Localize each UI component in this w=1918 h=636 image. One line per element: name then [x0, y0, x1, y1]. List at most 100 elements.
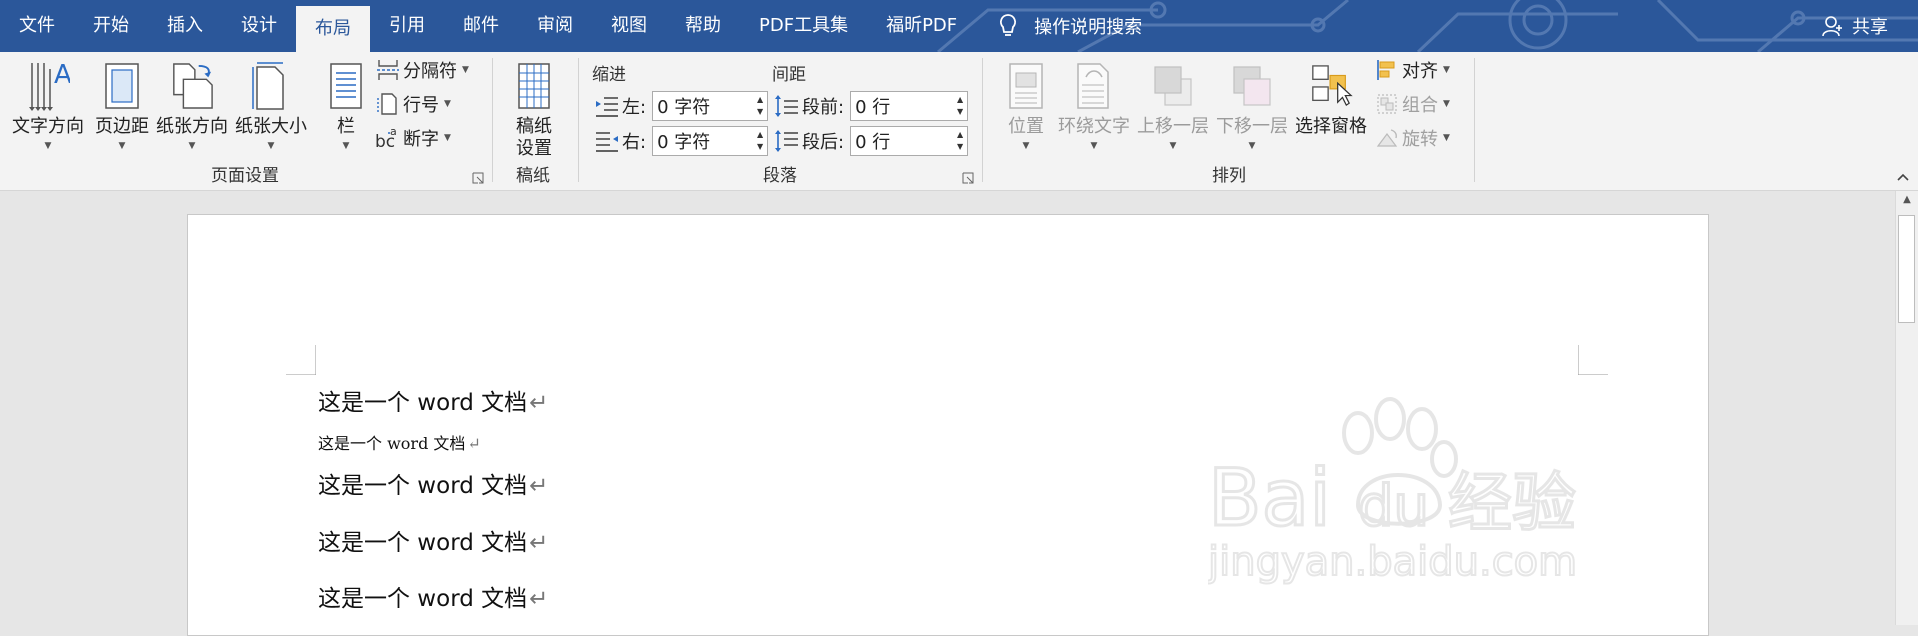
- tab-review[interactable]: 审阅: [518, 0, 592, 52]
- breaks-button[interactable]: 分隔符 ▼: [375, 55, 469, 85]
- indent-left-input[interactable]: [653, 94, 750, 118]
- line-numbers-button[interactable]: 行号 ▼: [375, 89, 451, 119]
- position-button[interactable]: 位置 ▼: [1004, 58, 1048, 152]
- tell-me-search[interactable]: 操作说明搜索: [998, 13, 1142, 39]
- tab-insert[interactable]: 插入: [148, 0, 222, 52]
- columns-button[interactable]: 栏 ▼: [324, 58, 368, 152]
- send-backward-button[interactable]: 下移一层 ▼: [1216, 58, 1288, 152]
- scroll-up-arrow-icon[interactable]: ▲: [1900, 193, 1914, 207]
- spin-up-icon[interactable]: ▲: [757, 129, 763, 141]
- selection-pane-icon: [1312, 65, 1353, 107]
- spin-down-icon[interactable]: ▼: [757, 106, 763, 118]
- group-label-manuscript: 稿纸: [516, 166, 550, 186]
- tab-layout[interactable]: 布局: [296, 6, 370, 52]
- position-icon: [1009, 63, 1043, 109]
- line-numbers-label: 行号: [403, 95, 439, 116]
- spacing-after-spinner[interactable]: ▲▼: [850, 126, 969, 156]
- spacing-before-input[interactable]: [851, 94, 948, 118]
- dialog-launcher-icon[interactable]: [962, 172, 974, 184]
- rotate-icon: [1376, 129, 1398, 147]
- person-add-icon: [1822, 16, 1842, 37]
- document-paragraph[interactable]: 这是一个 word 文档↵: [318, 383, 548, 417]
- share-button[interactable]: 共享: [1822, 0, 1888, 52]
- spacing-before-spinner[interactable]: ▲▼: [850, 91, 969, 121]
- indent-right-row: 右: ▲▼: [594, 125, 769, 157]
- group-page-setup: A 文字方向 ▼ 页边距 ▼ 纸张方向 ▼ 纸张大小 ▼ 栏 ▼ 分隔符 ▼ 行…: [0, 52, 490, 190]
- spinner-arrows[interactable]: ▲ ▼: [753, 127, 767, 155]
- manuscript-setup-button[interactable]: 稿纸 设置: [512, 58, 556, 160]
- wrap-text-button[interactable]: 环绕文字 ▼: [1058, 58, 1130, 152]
- selection-pane-button[interactable]: 选择窗格: [1295, 58, 1367, 138]
- group-label-paragraph: 段落: [763, 166, 797, 186]
- baidu-jingyan-watermark-logo: Bai du 经验 jingyan.baidu.com: [1208, 397, 1578, 585]
- spacing-after-input[interactable]: [851, 129, 948, 153]
- paper-size-button[interactable]: 纸张大小 ▼: [235, 58, 307, 152]
- indent-left-row: 左: ▲▼: [594, 90, 769, 122]
- indent-right-spinner[interactable]: ▲▼: [652, 126, 769, 156]
- document-paragraph[interactable]: 这是一个 word 文档↵: [318, 523, 548, 557]
- spinner-arrows[interactable]: ▲ ▼: [753, 92, 767, 120]
- tab-design[interactable]: 设计: [222, 0, 296, 52]
- tab-view[interactable]: 视图: [592, 0, 666, 52]
- breaks-label: 分隔符: [403, 61, 457, 82]
- chevron-down-icon: ▼: [267, 141, 275, 151]
- tab-file[interactable]: 文件: [0, 0, 74, 52]
- tab-pdf-tools[interactable]: PDF工具集: [740, 0, 867, 52]
- ribbon-separator: [982, 58, 983, 182]
- paragraph-mark: ↵: [529, 586, 549, 612]
- indent-left-label: 左:: [622, 97, 647, 118]
- lightbulb-icon: [1000, 14, 1017, 36]
- svg-text:a: a: [390, 125, 397, 138]
- hyphenation-icon: bca: [375, 125, 397, 151]
- spin-up-icon[interactable]: ▲: [957, 129, 963, 141]
- chevron-down-icon: ▼: [188, 141, 196, 151]
- spinner-arrows[interactable]: ▲ ▼: [953, 127, 967, 155]
- vertical-scrollbar[interactable]: ▲: [1895, 191, 1918, 625]
- spin-down-icon[interactable]: ▼: [957, 106, 963, 118]
- margins-button[interactable]: 页边距 ▼: [95, 58, 149, 152]
- chevron-down-icon: ▼: [1443, 65, 1450, 75]
- align-button[interactable]: 对齐 ▼: [1374, 55, 1450, 85]
- rotate-button[interactable]: 旋转 ▼: [1374, 123, 1450, 153]
- spacing-title: 间距: [772, 65, 806, 85]
- dialog-launcher-icon[interactable]: [472, 172, 484, 184]
- columns-icon: [330, 63, 362, 109]
- tab-mailings[interactable]: 邮件: [444, 0, 518, 52]
- tab-foxit-pdf[interactable]: 福昕PDF: [867, 0, 976, 52]
- hyphenation-button[interactable]: bc a 断字 ▼: [375, 123, 451, 153]
- document-paragraph[interactable]: 这是一个 word 文档↵: [318, 579, 548, 613]
- title-bar: 文件 开始 插入 设计 布局 引用 邮件 审阅 视图 帮助 PDF工具集 福昕P…: [0, 0, 1918, 52]
- paper-size-icon: [252, 62, 284, 110]
- spacing-before-row: 段前: ▲▼: [774, 90, 969, 122]
- spin-up-icon[interactable]: ▲: [957, 94, 963, 106]
- spinner-arrows[interactable]: ▲ ▼: [953, 92, 967, 120]
- document-paragraph[interactable]: 这是一个 word 文档↵: [318, 430, 481, 454]
- group-objects-button[interactable]: 组合 ▼: [1374, 89, 1450, 119]
- paragraph-text: 这是一个 word 文档: [318, 473, 528, 499]
- spin-down-icon[interactable]: ▼: [757, 141, 763, 153]
- paragraph-text: 这是一个 word 文档: [318, 390, 528, 416]
- group-paragraph: 缩进 间距 左: ▲▼ 右: ▲▼ 段前: ▲▼: [580, 52, 980, 190]
- document-page[interactable]: 这是一个 word 文档↵ 这是一个 word 文档 ↵ 这是一个 word 文档…: [187, 214, 1709, 636]
- spin-down-icon[interactable]: ▼: [957, 141, 963, 153]
- paragraph-text: 这是一个 word 文档: [318, 434, 466, 453]
- scroll-thumb[interactable]: [1898, 215, 1915, 323]
- spin-up-icon[interactable]: ▲: [757, 94, 763, 106]
- orientation-button[interactable]: 纸张方向 ▼: [156, 58, 228, 152]
- text-direction-icon: A: [29, 60, 70, 111]
- indent-right-input[interactable]: [653, 129, 750, 153]
- paragraph-mark: ↵: [467, 434, 481, 453]
- margin-corner-mark: [1578, 345, 1608, 375]
- paragraph-mark: ↵: [529, 473, 549, 499]
- text-direction-button[interactable]: A 文字方向 ▼: [12, 58, 84, 152]
- indent-left-spinner[interactable]: ▲▼: [652, 91, 769, 121]
- collapse-ribbon-icon[interactable]: [1896, 170, 1910, 184]
- bring-forward-label: 上移一层: [1137, 116, 1209, 137]
- document-paragraph[interactable]: 这是一个 word 文档↵: [318, 466, 548, 500]
- bring-forward-button[interactable]: 上移一层 ▼: [1137, 58, 1209, 152]
- tab-help[interactable]: 帮助: [666, 0, 740, 52]
- tab-home[interactable]: 开始: [74, 0, 148, 52]
- chevron-down-icon: ▼: [444, 133, 451, 143]
- tab-references[interactable]: 引用: [370, 0, 444, 52]
- chevron-down-icon: ▼: [1169, 141, 1177, 151]
